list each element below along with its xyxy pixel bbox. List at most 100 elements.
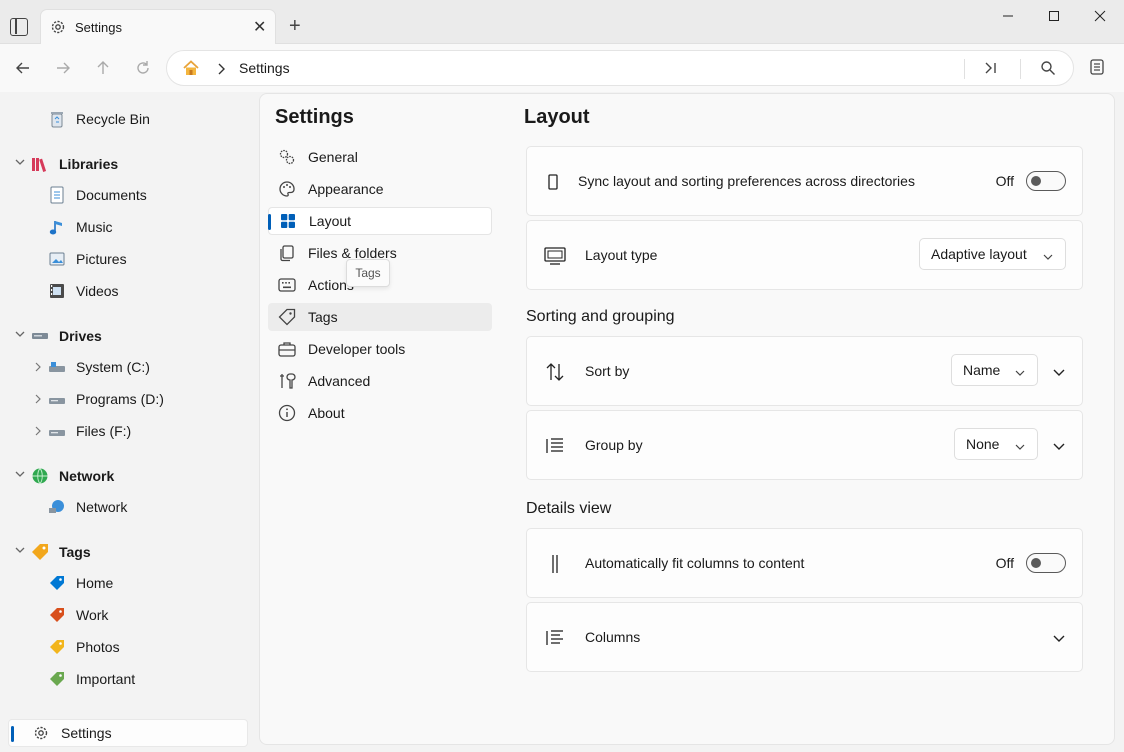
sidebar-item-system-c[interactable]: System (C:) (48, 355, 150, 379)
sidebar-item-pictures[interactable]: Pictures (48, 247, 127, 271)
settings-nav-tags[interactable]: Tags (268, 303, 492, 331)
shelf-icon[interactable] (1088, 58, 1106, 79)
pictures-icon (48, 250, 66, 268)
layout-grid-icon (279, 212, 297, 230)
columns-card[interactable]: Columns (526, 602, 1083, 672)
autofit-toggle-wrap: Off (996, 553, 1066, 573)
chevron-down-icon[interactable] (15, 470, 25, 481)
music-icon (48, 218, 66, 236)
sidebar-group-network[interactable]: Network (31, 464, 114, 488)
sidebar-item-tag-work[interactable]: Work (48, 603, 108, 627)
sync-toggle[interactable] (1026, 171, 1066, 191)
system-drive-icon (48, 358, 66, 376)
sidebar-item-tag-important[interactable]: Important (48, 667, 135, 691)
settings-nav-developer-tools[interactable]: Developer tools (268, 335, 492, 363)
chevron-down-icon[interactable] (15, 546, 25, 557)
title-bar: Settings ✕ + (0, 0, 1124, 45)
videos-icon (48, 282, 66, 300)
home-icon[interactable] (182, 59, 200, 80)
sidebar-item-programs-d[interactable]: Programs (D:) (48, 387, 164, 411)
gears-icon (278, 148, 296, 166)
forward-button[interactable] (53, 58, 73, 78)
sort-by-dropdown[interactable]: Name (951, 354, 1038, 386)
selection-indicator (11, 726, 14, 742)
autofit-toggle[interactable] (1026, 553, 1066, 573)
tab-close-button[interactable]: ✕ (253, 17, 266, 37)
sync-toggle-wrap: Off (996, 171, 1066, 191)
settings-nav-general[interactable]: General (268, 143, 492, 171)
skip-to-end-icon[interactable] (983, 60, 999, 79)
columns-list-icon (544, 627, 566, 649)
new-tab-button[interactable]: + (289, 16, 301, 36)
tab-settings[interactable]: Settings ✕ (40, 9, 276, 45)
expand-chevron-icon[interactable] (1053, 364, 1065, 380)
gear-icon (33, 725, 49, 744)
sidebar-item-documents[interactable]: Documents (48, 183, 147, 207)
search-icon[interactable] (1040, 60, 1056, 79)
sidebar-group-drives[interactable]: Drives (31, 324, 102, 348)
group-list-icon (544, 435, 566, 457)
sidebar-item-videos[interactable]: Videos (48, 279, 119, 303)
autofit-label: Automatically fit columns to content (585, 555, 805, 571)
layout-type-dropdown[interactable]: Adaptive layout (919, 238, 1066, 270)
sidebar-group-tags[interactable]: Tags (31, 540, 91, 564)
sidebar-item-settings[interactable]: Settings (8, 719, 248, 747)
divider (1020, 59, 1021, 79)
files-icon (278, 244, 296, 262)
autofit-columns-card: Automatically fit columns to content Off (526, 528, 1083, 598)
sync-label: Sync layout and sorting preferences acro… (578, 173, 915, 189)
sidebar-item-tag-photos[interactable]: Photos (48, 635, 120, 659)
sidebar-group-libraries[interactable]: Libraries (31, 152, 118, 176)
address-bar[interactable]: Settings (166, 50, 1074, 86)
tag-icon (31, 543, 49, 561)
tab-list-icon[interactable] (10, 18, 28, 36)
sidebar: Recycle Bin Libraries Documents Music Pi… (0, 92, 258, 752)
sidebar-item-music[interactable]: Music (48, 215, 113, 239)
sync-toggle-state: Off (995, 173, 1014, 189)
sync-preferences-card: Sync layout and sorting preferences acro… (526, 146, 1083, 216)
group-by-card[interactable]: Group by None (526, 410, 1083, 480)
autofit-toggle-state: Off (995, 555, 1014, 571)
tag-icon (48, 670, 66, 688)
globe-icon (31, 467, 49, 485)
sidebar-item-tag-home[interactable]: Home (48, 571, 113, 595)
tag-icon (278, 308, 296, 326)
chevron-right-icon[interactable] (34, 426, 42, 439)
sort-arrows-icon (544, 361, 566, 383)
expand-chevron-icon[interactable] (1053, 630, 1065, 646)
divider (964, 59, 965, 79)
palette-icon (278, 180, 296, 198)
maximize-button[interactable] (1044, 8, 1064, 24)
breadcrumb-settings[interactable]: Settings (239, 60, 290, 76)
chevron-down-icon (1043, 248, 1053, 264)
sync-phone-icon (542, 171, 564, 193)
expand-chevron-icon[interactable] (1053, 438, 1065, 454)
layout-type-label: Layout type (585, 247, 658, 263)
recycle-bin-icon (48, 110, 66, 128)
back-button[interactable] (13, 58, 33, 78)
settings-nav-about[interactable]: About (268, 399, 492, 427)
sidebar-item-files-f[interactable]: Files (F:) (48, 419, 131, 443)
settings-nav-advanced[interactable]: Advanced (268, 367, 492, 395)
chevron-right-icon[interactable] (34, 362, 42, 375)
chevron-down-icon[interactable] (15, 330, 25, 341)
minimize-button[interactable] (998, 8, 1018, 24)
close-window-button[interactable] (1090, 8, 1110, 24)
sidebar-item-recycle-bin[interactable]: Recycle Bin (48, 107, 150, 131)
up-button[interactable] (93, 58, 113, 78)
column-width-icon (544, 553, 566, 575)
sidebar-item-network[interactable]: Network (48, 495, 127, 519)
chevron-right-icon[interactable] (34, 394, 42, 407)
sorting-section-title: Sorting and grouping (526, 308, 675, 325)
chevron-down-icon (1015, 364, 1025, 380)
drive-icon (31, 327, 49, 345)
tooltip: Tags (346, 259, 390, 287)
tab-label: Settings (75, 20, 122, 35)
tag-icon (48, 638, 66, 656)
settings-nav-layout[interactable]: Layout (268, 207, 492, 235)
group-by-dropdown[interactable]: None (954, 428, 1038, 460)
chevron-down-icon[interactable] (15, 158, 25, 169)
settings-nav-appearance[interactable]: Appearance (268, 175, 492, 203)
sort-by-card[interactable]: Sort by Name (526, 336, 1083, 406)
refresh-button[interactable] (133, 58, 153, 78)
